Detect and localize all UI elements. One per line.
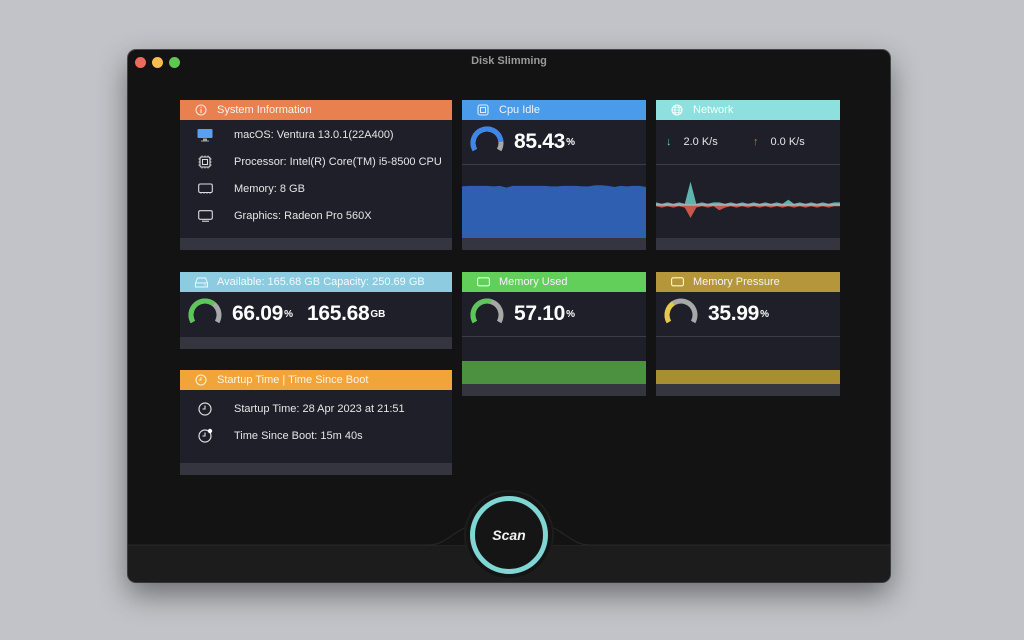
memory-pressure-header: Memory Pressure: [656, 272, 840, 292]
clock-badge-icon: [196, 428, 214, 443]
scan-button[interactable]: Scan: [470, 496, 548, 574]
memory-used-footer: [462, 384, 646, 396]
system-info-card: System Information macOS: Ventura 13.0.1…: [180, 100, 452, 250]
clock-icon: [194, 373, 208, 387]
memory-used-value: 57.10: [514, 302, 566, 325]
memory-used-history: [462, 337, 646, 384]
download-value: 2.0 K/s: [683, 136, 718, 148]
memory-used-gauge: [470, 298, 504, 324]
cpu-chip-icon: [196, 155, 214, 169]
cpu-value: 85.43: [514, 130, 566, 153]
cpu-gauge: [470, 126, 504, 152]
window-title: Disk Slimming: [471, 55, 547, 67]
network-card: Network ↓ 2.0 K/s ↑ 0.0 K/s: [656, 100, 840, 250]
startup-footer: [180, 463, 452, 475]
processor-info: Processor: Intel(R) Core(TM) i5-8500 CPU: [234, 155, 442, 168]
network-speeds: ↓ 2.0 K/s ↑ 0.0 K/s: [656, 120, 840, 164]
memory-used-fill: [462, 361, 646, 384]
memory-icon: [476, 275, 490, 289]
memory-icon: [670, 275, 684, 289]
memory-pressure-value: 35.99: [708, 302, 760, 325]
memory-icon: [196, 182, 214, 196]
upload-arrow-icon: ↑: [753, 136, 759, 148]
info-row-graphics: Graphics: Radeon Pro 560X: [180, 202, 452, 229]
cpu-title: Cpu Idle: [499, 104, 540, 116]
globe-icon: [670, 103, 684, 117]
memory-info: Memory: 8 GB: [234, 182, 305, 195]
system-info-header: System Information: [180, 100, 452, 120]
disk-percent-unit: %: [284, 308, 293, 320]
memory-used-unit: %: [566, 308, 575, 320]
disk-available-unit: GB: [370, 308, 386, 320]
disk-card: Available: 165.68 GB Capacity: 250.69 GB…: [180, 272, 452, 349]
cpu-gauge-row: 85.43%: [462, 120, 646, 164]
download-area: [656, 181, 840, 205]
upload-area: [656, 205, 840, 218]
startup-time-row: Startup Time: 28 Apr 2023 at 21:51: [180, 395, 452, 422]
monitor-icon: [196, 128, 214, 142]
startup-title: Startup Time | Time Since Boot: [217, 374, 369, 386]
info-row-processor: Processor: Intel(R) Core(TM) i5-8500 CPU: [180, 148, 452, 175]
startup-card: Startup Time | Time Since Boot Startup T…: [180, 370, 452, 475]
app-window: Disk Slimming System Information macOS: …: [128, 50, 890, 582]
disk-gauge: [188, 298, 222, 324]
download-speed: ↓ 2.0 K/s: [666, 136, 753, 148]
disk-footer: [180, 337, 452, 349]
network-title: Network: [693, 104, 734, 116]
memory-used-card: Memory Used 57.10%: [462, 272, 646, 396]
gauge-fill: [664, 301, 675, 324]
memory-used-header: Memory Used: [462, 272, 646, 292]
macos-version: macOS: Ventura 13.0.1(22A400): [234, 128, 394, 141]
info-row-macos: macOS: Ventura 13.0.1(22A400): [180, 121, 452, 148]
system-info-title: System Information: [217, 104, 312, 116]
drive-icon: [194, 275, 208, 289]
gauge-fill: [470, 126, 504, 152]
disk-header: Available: 165.68 GB Capacity: 250.69 GB: [180, 272, 452, 292]
disk-title: Available: 165.68 GB Capacity: 250.69 GB: [217, 276, 425, 288]
cpu-chip-icon: [476, 103, 490, 117]
memory-pressure-gauge-row: 35.99%: [656, 292, 840, 336]
graphics-info: Graphics: Radeon Pro 560X: [234, 209, 372, 222]
memory-pressure-fill: [656, 369, 840, 384]
download-arrow-icon: ↓: [666, 136, 672, 148]
time-since-boot-row: Time Since Boot: 15m 40s: [180, 422, 452, 449]
cpu-card: Cpu Idle 85.43%: [462, 100, 646, 250]
memory-pressure-footer: [656, 384, 840, 396]
network-history-chart: [656, 181, 840, 218]
memory-pressure-history: [656, 337, 840, 384]
startup-time: Startup Time: 28 Apr 2023 at 21:51: [234, 402, 405, 415]
gauge-fill: [188, 298, 216, 324]
cpu-area: [462, 185, 646, 238]
upload-value: 0.0 K/s: [770, 136, 805, 148]
titlebar: Disk Slimming: [128, 50, 890, 74]
cpu-history-chart: [462, 185, 646, 238]
network-header: Network: [656, 100, 840, 120]
time-since-boot: Time Since Boot: 15m 40s: [234, 429, 363, 442]
gauge-fill: [470, 298, 492, 324]
disk-gauge-row: 66.09% 165.68 GB: [180, 292, 452, 336]
scan-button-wrap: Scan: [466, 492, 552, 578]
startup-header: Startup Time | Time Since Boot: [180, 370, 452, 390]
disk-percent: 66.09: [232, 302, 284, 325]
info-row-memory: Memory: 8 GB: [180, 175, 452, 202]
memory-used-gauge-row: 57.10%: [462, 292, 646, 336]
clock-icon: [196, 401, 214, 416]
memory-used-title: Memory Used: [499, 276, 568, 288]
disk-available: 165.68: [306, 302, 370, 325]
cpu-unit: %: [566, 136, 575, 148]
memory-pressure-unit: %: [760, 308, 769, 320]
display-icon: [196, 209, 214, 223]
memory-pressure-gauge: [664, 298, 698, 324]
memory-pressure-card: Memory Pressure 35.99%: [656, 272, 840, 396]
cpu-footer: [462, 238, 646, 250]
memory-pressure-title: Memory Pressure: [693, 276, 780, 288]
upload-speed: ↑ 0.0 K/s: [753, 136, 840, 148]
network-footer: [656, 238, 840, 250]
system-info-footer: [180, 238, 452, 250]
info-icon: [194, 103, 208, 117]
cpu-header: Cpu Idle: [462, 100, 646, 120]
